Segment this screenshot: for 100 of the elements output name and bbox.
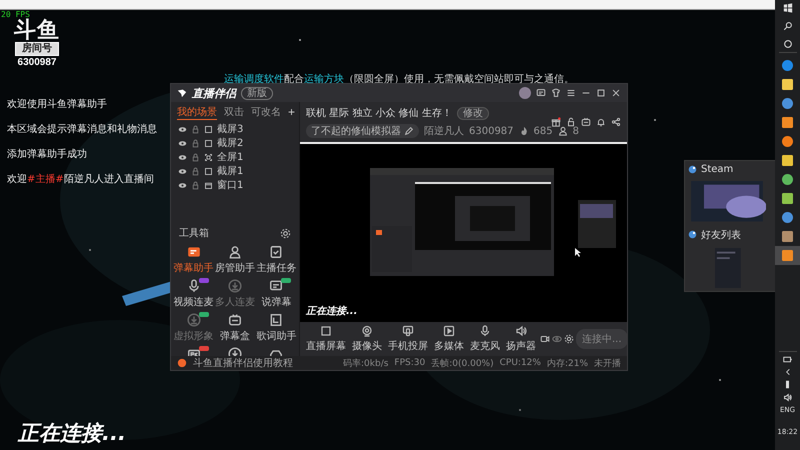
person-icon — [558, 126, 568, 136]
bird-icon — [177, 88, 187, 98]
tutorial-link[interactable]: 斗鱼直播伴侣使用教程 — [193, 356, 293, 370]
microphone-icon — [186, 279, 201, 293]
maximize-icon — [596, 88, 606, 98]
flame-icon — [518, 126, 529, 136]
webcam-icon — [361, 325, 373, 337]
download-icon — [186, 313, 201, 327]
add-scene-button[interactable]: + — [288, 105, 296, 119]
box-icon — [228, 313, 242, 327]
settings-icon — [280, 228, 291, 238]
phone-screen-icon — [402, 325, 414, 337]
status-stat: 丢帧:0(0.00%) — [431, 358, 494, 370]
tool-button[interactable]: 主播任务 — [256, 243, 297, 277]
streamer-name: 陌逆凡人 — [424, 124, 464, 138]
eye-icon — [178, 180, 187, 190]
eye-icon — [552, 334, 562, 344]
lock-icon — [191, 152, 200, 162]
record-icon — [540, 334, 550, 344]
tool-button[interactable]: 歌词助手 — [256, 311, 297, 345]
scene-item[interactable]: 截屏3 — [217, 122, 244, 136]
lock-icon — [191, 124, 200, 134]
popularity-count: 685 — [534, 126, 553, 136]
lock-icon — [191, 138, 200, 148]
tool-button[interactable]: 说弹幕 — [256, 277, 297, 311]
window-title: Steam — [701, 164, 734, 175]
source-button[interactable]: 摄像头 — [350, 325, 384, 353]
pencil-icon — [404, 126, 414, 136]
viewer-count: 8 — [572, 126, 580, 136]
window-title: 好友列表 — [701, 228, 741, 242]
logo: 斗鱼 — [14, 20, 60, 42]
fps-counter: 20 FPS — [1, 10, 30, 19]
window-thumbnail[interactable] — [688, 181, 766, 222]
version-badge[interactable]: 新版 — [241, 86, 273, 100]
chat-bubble-icon — [186, 245, 201, 259]
square-icon — [204, 124, 213, 134]
lock-icon — [191, 180, 200, 190]
eye-icon — [178, 124, 187, 134]
person-icon — [228, 245, 242, 259]
window-icon — [204, 180, 213, 190]
fullscreen-icon — [204, 152, 213, 162]
status-stat: 内存:21% — [546, 358, 588, 370]
share-icon — [611, 117, 621, 127]
close-icon — [611, 88, 621, 98]
source-button[interactable]: 手机投屏 — [386, 325, 430, 353]
edit-button[interactable]: 修改 — [456, 106, 489, 120]
room-number: 6300987 — [18, 57, 56, 68]
unlock-icon — [566, 117, 576, 127]
shirt-icon — [551, 88, 561, 98]
scene-item[interactable]: 截屏1 — [217, 164, 244, 178]
circle-icon — [782, 39, 792, 49]
chat-message: 本区域会提示弹幕消息和礼物消息 — [7, 124, 157, 136]
message-icon — [269, 279, 284, 293]
scene-tab[interactable]: 可改名 — [251, 105, 281, 119]
tool-button[interactable]: 房管助手 — [214, 243, 256, 277]
scene-tab[interactable]: 双击 — [224, 105, 244, 119]
toolbox-title: 工具箱 — [179, 227, 209, 240]
settings-icon — [564, 334, 574, 344]
connecting-caption: 正在连接... — [18, 420, 126, 447]
status-stat: CPU:12% — [500, 358, 541, 368]
connecting-caption: 正在连接... — [306, 304, 358, 318]
message-icon — [536, 88, 546, 98]
square-icon — [204, 166, 213, 176]
avatar[interactable] — [519, 87, 531, 99]
battery-icon — [783, 355, 792, 364]
tool-button[interactable]: 弹幕盒 — [214, 311, 256, 345]
room-number: 6300987 — [469, 126, 514, 136]
status-stat: 未开播 — [594, 358, 621, 370]
volume-icon — [783, 393, 792, 402]
chat-message: 添加弹幕助手成功 — [7, 149, 88, 161]
eye-icon — [178, 138, 187, 148]
menu-icon — [566, 88, 576, 98]
chevron-icon — [784, 368, 792, 376]
checklist-icon — [269, 245, 284, 259]
room-label: 房间号 — [15, 42, 59, 56]
source-button[interactable]: 扬声器 — [504, 325, 538, 353]
scene-item[interactable]: 窗口1 — [217, 178, 244, 192]
tool-button[interactable]: 弹幕助手 — [173, 243, 214, 277]
steam-icon — [688, 165, 697, 174]
steam-icon — [688, 230, 697, 239]
lock-icon — [191, 166, 200, 176]
bell-icon — [596, 117, 606, 127]
microphone-icon — [479, 325, 491, 337]
tool-button[interactable]: 视频连麦 — [173, 277, 214, 311]
source-button[interactable]: 直播屏幕 — [304, 325, 348, 353]
eye-icon — [178, 166, 187, 176]
source-button[interactable]: 麦克风 — [468, 325, 502, 353]
gift-icon — [551, 117, 561, 127]
square-icon — [204, 138, 213, 148]
square-icon — [320, 325, 332, 337]
status-stat: 码率:0kb/s — [343, 358, 388, 370]
scene-item[interactable]: 全屏1 — [217, 150, 244, 164]
chat-message: 欢迎使用斗鱼弹幕助手 — [7, 99, 108, 111]
category-tag[interactable]: 了不起的修仙模拟器 — [306, 124, 419, 138]
stream-title: 联机 星际 独立 小众 修仙 生存！ — [306, 106, 452, 120]
source-button[interactable]: 多媒体 — [432, 325, 466, 353]
box-icon — [581, 117, 591, 127]
scene-tab[interactable]: 我的场景 — [177, 104, 217, 120]
app-title: 直播伴侣 — [192, 86, 236, 100]
scene-item[interactable]: 截屏2 — [217, 136, 244, 150]
